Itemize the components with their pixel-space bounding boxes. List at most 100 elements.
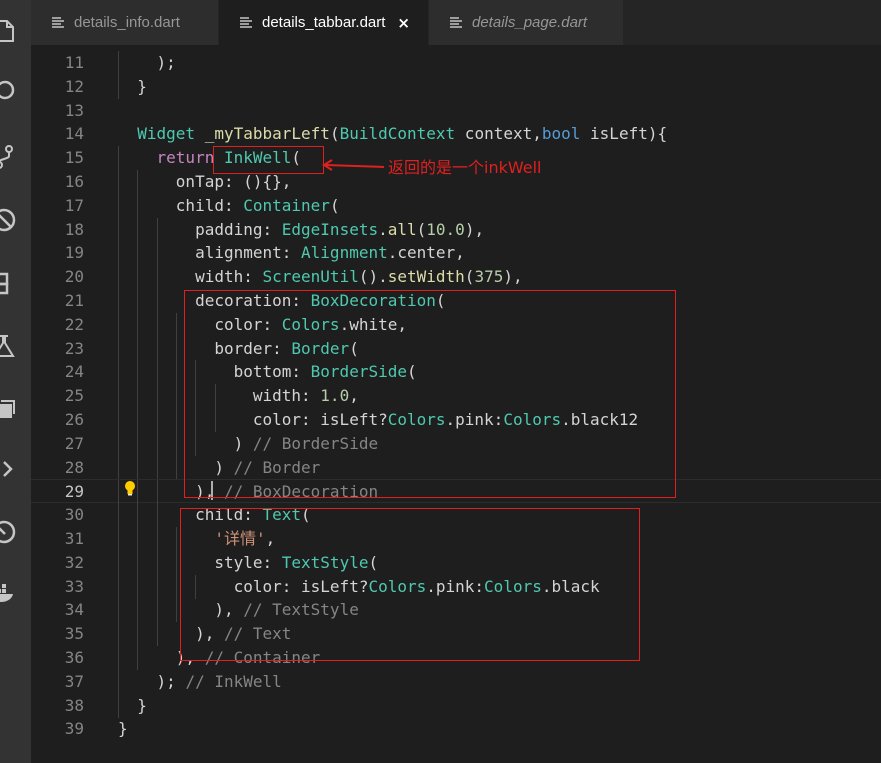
code-token: // InkWell: [185, 671, 282, 691]
line-number: 32: [64, 552, 84, 572]
line-number: 20: [64, 267, 84, 287]
tab-details-tabbar[interactable]: details_tabbar.dart ×: [219, 0, 429, 45]
code-text: ); // InkWell: [118, 670, 282, 694]
line-number: 30: [64, 505, 84, 525]
line-number: 29: [64, 482, 84, 502]
code-line[interactable]: 17 child: Container(: [31, 193, 881, 218]
tab-details-info[interactable]: details_info.dart: [31, 0, 219, 45]
annotation-box-decoration: [184, 290, 676, 498]
code-text: child: Container(: [118, 194, 340, 218]
code-token: context,: [455, 124, 542, 144]
code-token: setWidth: [387, 267, 465, 287]
debug-icon[interactable]: [0, 207, 17, 233]
line-number: 33: [64, 576, 84, 596]
line-number: 37: [64, 671, 84, 691]
code-token: .: [378, 219, 388, 239]
files-icon[interactable]: [0, 18, 17, 44]
line-number: 28: [64, 457, 84, 477]
line-number: 11: [64, 53, 84, 72]
file-lines-icon: [52, 16, 64, 28]
extensions-icon[interactable]: [0, 270, 17, 296]
file-lines-icon: [450, 16, 462, 28]
copy-icon[interactable]: [0, 396, 17, 422]
code-token: Container: [243, 195, 330, 215]
line-number: 24: [64, 362, 84, 382]
line-number: 18: [64, 219, 84, 239]
flask-icon[interactable]: [0, 333, 17, 359]
line-number: 39: [64, 719, 84, 739]
code-token: (: [416, 219, 427, 239]
code-token: isLeft){: [580, 124, 668, 144]
tab-bar: details_info.dart details_tabbar.dart × …: [31, 0, 881, 45]
code-token: (: [329, 124, 340, 144]
line-number: 17: [64, 195, 84, 215]
code-line[interactable]: 20 width: ScreenUtil().setWidth(375),: [31, 265, 881, 290]
code-token: Widget: [118, 124, 196, 144]
code-token: _myTabbarLeft: [204, 124, 330, 144]
code-line[interactable]: 38 }: [31, 693, 881, 718]
code-line[interactable]: 19 alignment: Alignment.center,: [31, 241, 881, 266]
line-number: 25: [64, 386, 84, 406]
code-token: );: [118, 671, 186, 691]
file-lines-icon: [240, 16, 252, 28]
annotation-box-child-text: [180, 508, 640, 661]
code-token: ScreenUtil: [262, 267, 359, 287]
tab-label: details_tabbar.dart: [262, 14, 386, 31]
close-icon[interactable]: ×: [397, 14, 410, 32]
code-token: bool: [541, 124, 581, 144]
code-token: ),: [503, 267, 523, 287]
code-text: }: [118, 694, 147, 718]
code-token: 10.0: [426, 219, 465, 239]
line-number: 34: [64, 600, 84, 620]
tab-label: details_info.dart: [74, 14, 180, 31]
line-number: 38: [64, 695, 84, 715]
code-token: ),: [464, 219, 485, 239]
code-token: alignment:: [118, 243, 302, 263]
annotation-box-inkwell: [213, 146, 324, 174]
gauge-icon[interactable]: [0, 519, 17, 545]
docker-icon[interactable]: [0, 580, 17, 606]
search-icon[interactable]: [0, 78, 17, 104]
code-token: 375: [474, 267, 504, 287]
tab-details-page[interactable]: details_page.dart: [429, 0, 624, 45]
line-number: 27: [64, 433, 84, 453]
line-number: 16: [64, 172, 84, 191]
code-line[interactable]: 12 }: [31, 74, 881, 99]
line-number: 26: [64, 410, 84, 429]
code-token: EdgeInsets: [281, 219, 379, 239]
code-token: (: [464, 267, 475, 287]
source-control-icon[interactable]: [0, 144, 17, 170]
code-token: all: [387, 219, 417, 239]
code-text: }: [118, 717, 128, 741]
code-token: }: [118, 76, 147, 96]
arrow-icon: [322, 159, 385, 171]
code-line[interactable]: 11 );: [31, 51, 881, 75]
code-token: (: [329, 195, 340, 215]
code-line[interactable]: 18 padding: EdgeInsets.all(10.0),: [31, 217, 881, 242]
code-text: alignment: Alignment.center,: [118, 241, 465, 265]
code-token: }: [118, 695, 147, 715]
annotation-label: 返回的是一个inkWell: [388, 158, 542, 177]
chevron-right-icon[interactable]: [0, 456, 17, 482]
lightbulb-icon[interactable]: [122, 479, 138, 497]
code-line[interactable]: 37 ); // InkWell: [31, 669, 881, 694]
line-number: 14: [64, 124, 84, 144]
line-number: 21: [64, 291, 84, 310]
code-text: Widget _myTabbarLeft(BuildContext contex…: [118, 122, 667, 146]
code-token: return: [156, 148, 215, 168]
line-number: 31: [64, 529, 84, 548]
activity-bar: [0, 0, 31, 763]
code-token: child:: [118, 195, 244, 215]
line-number: 12: [64, 76, 84, 96]
code-line[interactable]: 39}: [31, 717, 881, 741]
code-line[interactable]: 14 Widget _myTabbarLeft(BuildContext con…: [31, 122, 881, 146]
code-token: padding:: [118, 219, 282, 239]
tab-label: details_page.dart: [472, 14, 588, 31]
code-text: width: ScreenUtil().setWidth(375),: [118, 265, 523, 289]
line-number: 13: [64, 100, 84, 120]
code-text: );: [118, 51, 176, 75]
code-text: padding: EdgeInsets.all(10.0),: [118, 218, 484, 242]
code-line[interactable]: 13: [31, 99, 881, 123]
